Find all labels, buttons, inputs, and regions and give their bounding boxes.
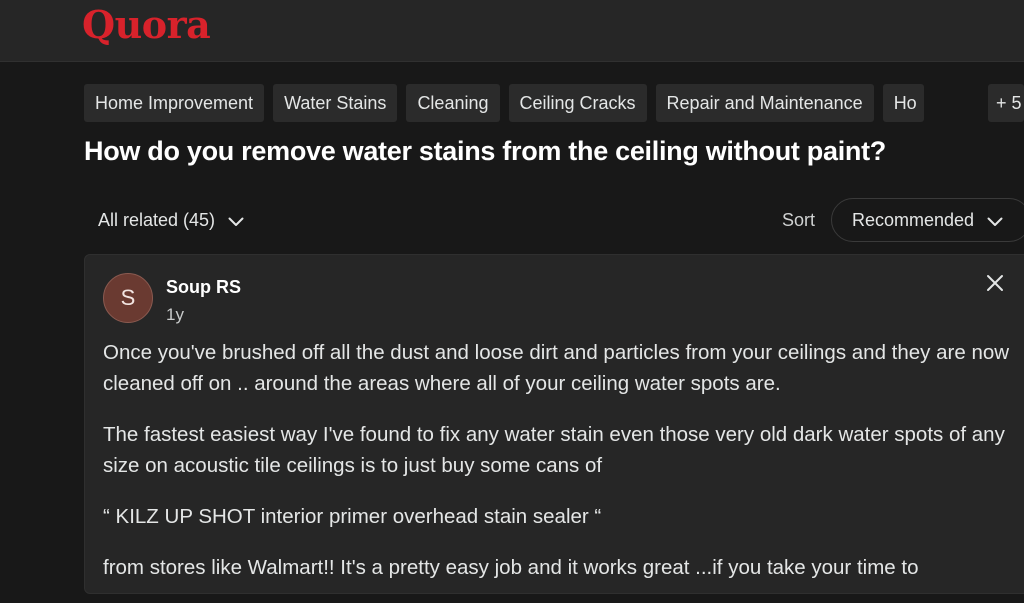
answer-paragraph: from stores like Walmart!! It's a pretty… [103,556,919,579]
topic-water-stains[interactable]: Water Stains [273,84,398,122]
sort-dropdown[interactable]: Recommended [831,198,1024,242]
answer-filter-row: All related (45) Sort Recommended [84,198,1024,242]
topic-tags: Home Improvement Water Stains Cleaning Ceil… [84,84,1024,122]
all-related-dropdown[interactable]: All related (45) [84,198,258,242]
answer-paragraph: The fastest easiest way I've found to fi… [103,423,1005,477]
question-title: How do you remove water stains from the … [84,136,886,166]
sort-label: Sort [782,210,816,230]
topic-repair-and-maintenance[interactable]: Repair and Maintenance [655,84,874,122]
top-navigation-bar: Quora [0,0,1024,62]
answer-card: S Soup RS 1y Once you've brushed off all… [84,254,1024,594]
author-name[interactable]: Soup RS [166,277,241,298]
chevron-down-icon [987,200,1003,242]
answer-paragraph: Once you've brushed off all the dust and… [103,341,1010,395]
topic-ceiling-cracks[interactable]: Ceiling Cracks [508,84,647,122]
sort-value: Recommended [852,210,975,230]
topic-truncated[interactable]: Ho [882,84,924,122]
topic-cleaning[interactable]: Cleaning [406,84,500,122]
close-icon[interactable] [983,271,1007,295]
answer-body: Once you've brushed off all the dust and… [103,337,1023,603]
topic-home-improvement[interactable]: Home Improvement [84,84,265,122]
answer-age[interactable]: 1y [166,305,184,325]
chevron-down-icon [228,199,244,243]
more-topics-button[interactable]: + 5 [988,84,1024,122]
answer-paragraph: “ KILZ UP SHOT interior primer overhead … [103,505,602,528]
all-related-label: All related (45) [98,210,216,230]
avatar[interactable]: S [103,273,153,323]
quora-logo[interactable]: Quora [82,2,211,47]
